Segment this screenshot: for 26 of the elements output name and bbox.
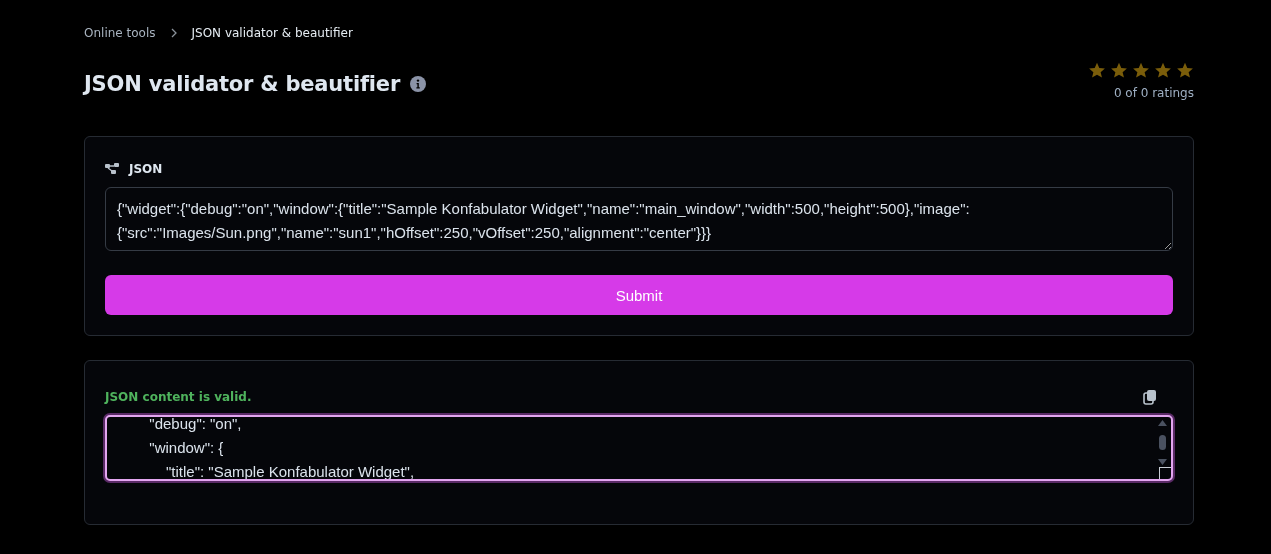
star-icon <box>1132 62 1150 79</box>
validation-message: JSON content is valid. <box>105 390 252 404</box>
star-icon <box>1154 62 1172 79</box>
info-icon <box>410 76 427 92</box>
json-input-field[interactable]: {"widget":{"debug":"on","window":{"title":"Sample Konfabulator Widget","name":"main_window","width":500,"height":500},"image":{"src":"Images/Sun.png","name":"sun1","hOffset":250,"vOffset":250,"alignment":"center"}}} <box>105 187 1173 251</box>
page-title: JSON validator & beautifier <box>84 72 401 96</box>
scroll-down-icon <box>1157 459 1167 465</box>
copy-icon <box>1143 389 1157 405</box>
breadcrumb-current: JSON validator & beautifier <box>191 26 353 40</box>
star-icon <box>1088 62 1106 79</box>
code-line: "window": { <box>148 438 225 458</box>
chevron-icon <box>169 28 178 38</box>
rating-count: 0 of 0 ratings <box>1113 86 1194 100</box>
scrollbar[interactable] <box>1157 420 1167 465</box>
scroll-up-icon <box>1157 420 1167 426</box>
scroll-thumb[interactable] <box>1158 435 1166 450</box>
field-label: JSON <box>129 162 163 176</box>
diagram-icon <box>105 163 120 175</box>
resize-handle[interactable] <box>1159 467 1171 479</box>
breadcrumb-link[interactable]: Online tools <box>84 26 156 40</box>
star-icon <box>1176 62 1194 79</box>
code-line: "debug": "on", <box>148 417 243 434</box>
copy-button[interactable] <box>1143 389 1157 405</box>
star-icon <box>1110 62 1128 79</box>
star-rating[interactable] <box>1088 62 1194 79</box>
submit-button[interactable]: Submit <box>105 275 1173 315</box>
